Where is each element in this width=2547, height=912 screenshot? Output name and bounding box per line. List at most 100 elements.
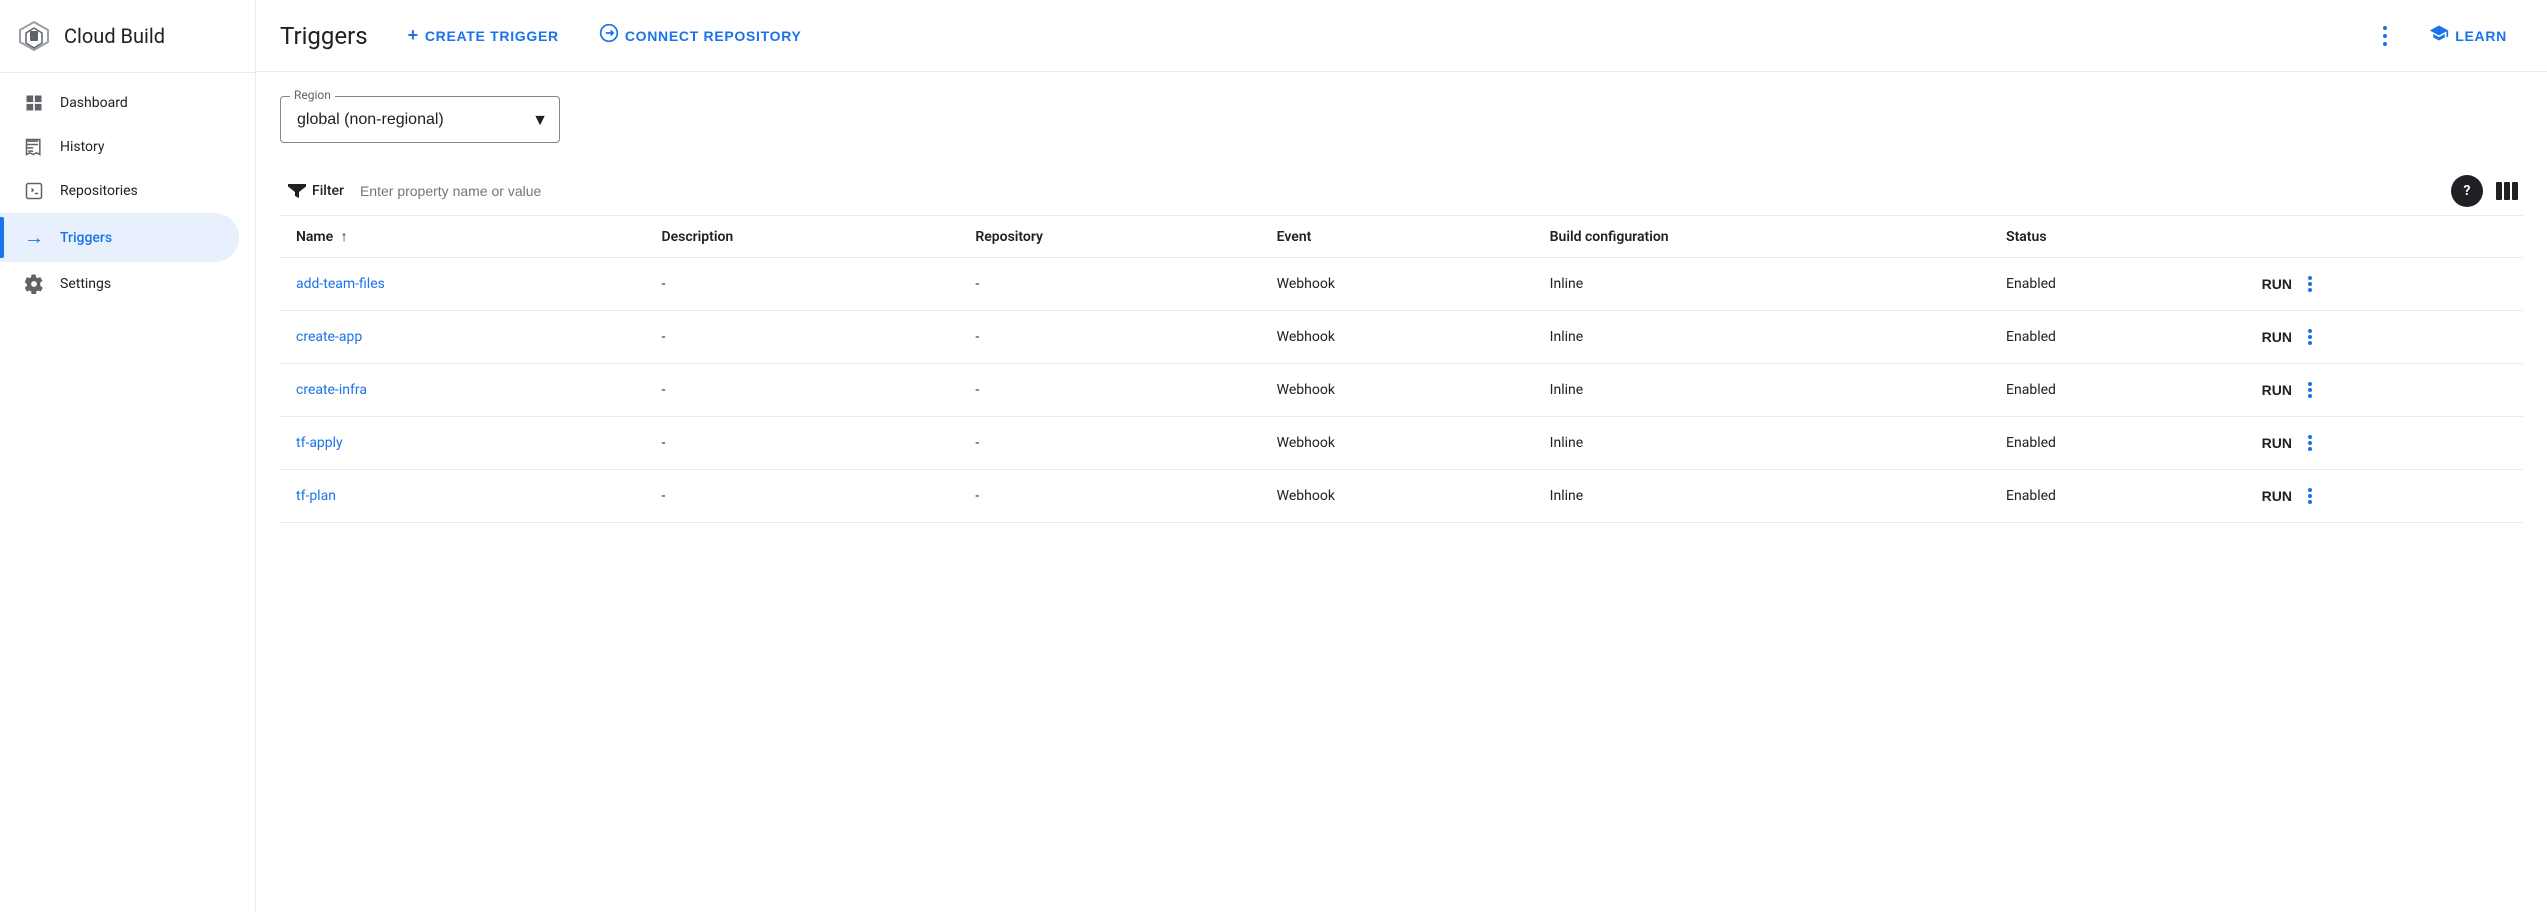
more-options-button[interactable] bbox=[2365, 16, 2405, 56]
run-button-2[interactable]: RUN bbox=[2254, 378, 2300, 402]
sidebar-item-history-label: History bbox=[60, 139, 105, 155]
run-button-3[interactable]: RUN bbox=[2254, 431, 2300, 455]
cell-event-0: Webhook bbox=[1261, 258, 1534, 311]
table-row: create-app - - Webhook Inline Enabled RU… bbox=[280, 311, 2523, 364]
page-title: Triggers bbox=[280, 22, 368, 50]
cell-status-4: Enabled bbox=[1990, 470, 2238, 523]
content-area: Region global (non-regional) us-central1… bbox=[256, 72, 2547, 912]
sidebar-item-triggers[interactable]: → Triggers bbox=[0, 213, 239, 262]
run-button-0[interactable]: RUN bbox=[2254, 272, 2300, 296]
cell-repository-2: - bbox=[959, 364, 1260, 417]
cell-name-0: add-team-files bbox=[280, 258, 645, 311]
cell-repository-3: - bbox=[959, 417, 1260, 470]
cell-description-4: - bbox=[645, 470, 959, 523]
main-area: Triggers + CREATE TRIGGER CONNECT REPOSI… bbox=[256, 0, 2547, 912]
filter-actions: ? bbox=[2451, 175, 2523, 207]
filter-button[interactable]: Filter bbox=[280, 177, 352, 205]
cell-status-0: Enabled bbox=[1990, 258, 2238, 311]
cell-status-2: Enabled bbox=[1990, 364, 2238, 417]
sidebar: Cloud Build Dashboard History Repositori… bbox=[0, 0, 256, 912]
col-header-description: Description bbox=[645, 216, 959, 258]
cell-name-4: tf-plan bbox=[280, 470, 645, 523]
cell-event-3: Webhook bbox=[1261, 417, 1534, 470]
help-button[interactable]: ? bbox=[2451, 175, 2483, 207]
run-button-1[interactable]: RUN bbox=[2254, 325, 2300, 349]
col-header-actions bbox=[2238, 216, 2523, 258]
plus-icon: + bbox=[408, 25, 419, 46]
cell-description-2: - bbox=[645, 364, 959, 417]
cell-build-configuration-4: Inline bbox=[1534, 470, 1990, 523]
connect-repository-button[interactable]: CONNECT REPOSITORY bbox=[583, 15, 818, 56]
filter-bar: Filter ? bbox=[280, 167, 2523, 216]
learn-icon bbox=[2429, 23, 2449, 48]
sidebar-item-history[interactable]: History bbox=[0, 125, 239, 169]
cell-description-3: - bbox=[645, 417, 959, 470]
cell-build-configuration-2: Inline bbox=[1534, 364, 1990, 417]
cell-event-1: Webhook bbox=[1261, 311, 1534, 364]
table-row: tf-apply - - Webhook Inline Enabled RUN bbox=[280, 417, 2523, 470]
app-title: Cloud Build bbox=[64, 24, 165, 48]
col-header-repository: Repository bbox=[959, 216, 1260, 258]
cell-actions-3: RUN bbox=[2238, 417, 2523, 470]
trigger-name-link-4[interactable]: tf-plan bbox=[296, 488, 336, 504]
sidebar-item-settings-label: Settings bbox=[60, 276, 111, 292]
cell-actions-0: RUN bbox=[2238, 258, 2523, 311]
sidebar-item-triggers-label: Triggers bbox=[60, 230, 112, 246]
learn-button[interactable]: LEARN bbox=[2413, 15, 2523, 56]
trigger-name-link-0[interactable]: add-team-files bbox=[296, 276, 385, 292]
create-trigger-label: CREATE TRIGGER bbox=[425, 28, 559, 44]
trigger-name-link-1[interactable]: create-app bbox=[296, 329, 362, 345]
row-more-button-0[interactable] bbox=[2304, 272, 2316, 296]
region-container: Region global (non-regional) us-central1… bbox=[280, 96, 2523, 143]
table-body: add-team-files - - Webhook Inline Enable… bbox=[280, 258, 2523, 523]
cell-name-2: create-infra bbox=[280, 364, 645, 417]
create-trigger-button[interactable]: + CREATE TRIGGER bbox=[392, 17, 575, 54]
cell-name-1: create-app bbox=[280, 311, 645, 364]
cell-actions-1: RUN bbox=[2238, 311, 2523, 364]
sidebar-item-settings[interactable]: Settings bbox=[0, 262, 239, 306]
cell-actions-4: RUN bbox=[2238, 470, 2523, 523]
topbar: Triggers + CREATE TRIGGER CONNECT REPOSI… bbox=[256, 0, 2547, 72]
cell-event-4: Webhook bbox=[1261, 470, 1534, 523]
row-more-button-4[interactable] bbox=[2304, 484, 2316, 508]
trigger-name-link-3[interactable]: tf-apply bbox=[296, 435, 343, 451]
col-header-build-configuration: Build configuration bbox=[1534, 216, 1990, 258]
region-select-wrapper: Region global (non-regional) us-central1… bbox=[280, 96, 560, 143]
table-header: Name ↑ Description Repository Event Buil… bbox=[280, 216, 2523, 258]
row-more-button-1[interactable] bbox=[2304, 325, 2316, 349]
history-icon bbox=[24, 137, 44, 157]
sidebar-nav: Dashboard History Repositories → Trigger… bbox=[0, 73, 255, 306]
cell-description-1: - bbox=[645, 311, 959, 364]
columns-icon bbox=[2496, 182, 2518, 200]
region-select[interactable]: global (non-regional) us-central1 us-eas… bbox=[280, 96, 560, 143]
dashboard-icon bbox=[24, 93, 44, 113]
col-header-status: Status bbox=[1990, 216, 2238, 258]
sidebar-item-repositories-label: Repositories bbox=[60, 183, 138, 199]
cell-name-3: tf-apply bbox=[280, 417, 645, 470]
col-header-event: Event bbox=[1261, 216, 1534, 258]
trigger-name-link-2[interactable]: create-infra bbox=[296, 382, 367, 398]
learn-label: LEARN bbox=[2455, 28, 2507, 44]
sort-icon: ↑ bbox=[341, 229, 348, 245]
sidebar-item-dashboard[interactable]: Dashboard bbox=[0, 81, 239, 125]
row-more-button-3[interactable] bbox=[2304, 431, 2316, 455]
app-logo bbox=[16, 18, 52, 54]
filter-icon bbox=[288, 184, 306, 198]
run-button-4[interactable]: RUN bbox=[2254, 484, 2300, 508]
table-header-row: Name ↑ Description Repository Event Buil… bbox=[280, 216, 2523, 258]
region-label: Region bbox=[290, 88, 335, 102]
repositories-icon bbox=[24, 181, 44, 201]
cell-repository-0: - bbox=[959, 258, 1260, 311]
connect-icon bbox=[599, 23, 619, 48]
filter-input[interactable] bbox=[360, 183, 2443, 199]
sidebar-item-repositories[interactable]: Repositories bbox=[0, 169, 239, 213]
cell-repository-4: - bbox=[959, 470, 1260, 523]
cell-build-configuration-3: Inline bbox=[1534, 417, 1990, 470]
columns-button[interactable] bbox=[2491, 175, 2523, 207]
table-row: tf-plan - - Webhook Inline Enabled RUN bbox=[280, 470, 2523, 523]
sidebar-header: Cloud Build bbox=[0, 0, 255, 73]
cell-description-0: - bbox=[645, 258, 959, 311]
filter-label: Filter bbox=[312, 183, 344, 199]
cell-actions-2: RUN bbox=[2238, 364, 2523, 417]
row-more-button-2[interactable] bbox=[2304, 378, 2316, 402]
